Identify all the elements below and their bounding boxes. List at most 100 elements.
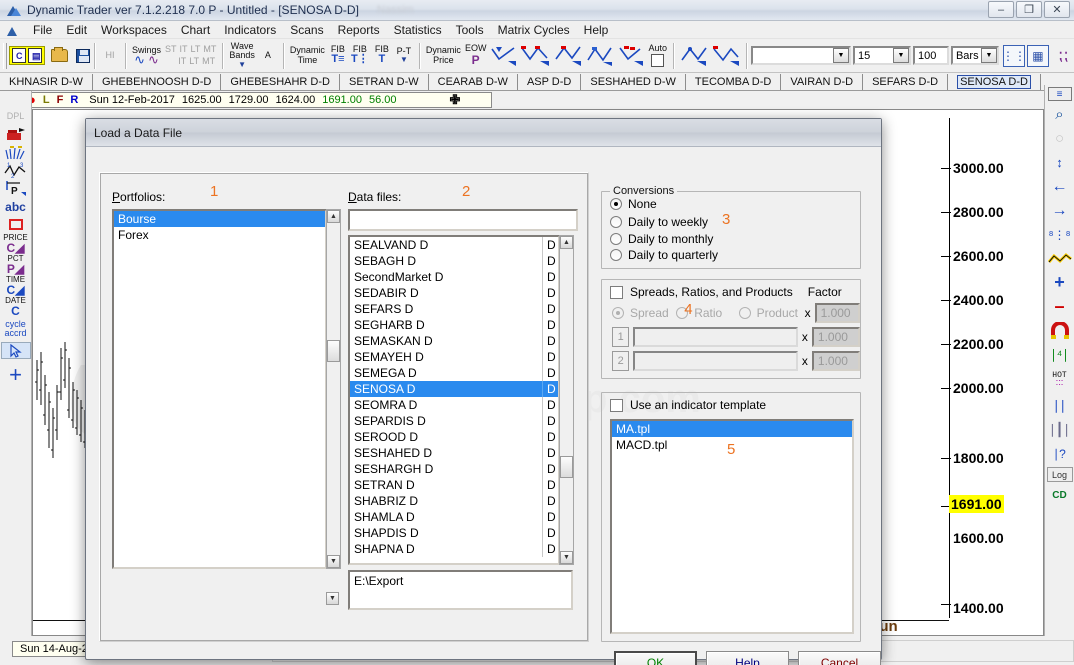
menu-workspaces[interactable]: Workspaces — [94, 22, 174, 38]
sidebar-tool-rectangle[interactable] — [1, 216, 31, 233]
datafile-row[interactable]: SETRAN D D — [350, 477, 558, 493]
sidebar-tool-alert-icon[interactable] — [1, 126, 31, 143]
portfolio-item[interactable]: Forex — [114, 227, 325, 243]
scrollbar-thumb[interactable] — [560, 456, 573, 478]
spread-row-1-factor[interactable]: 1.000 — [811, 327, 860, 347]
radio-daily-weekly[interactable] — [610, 215, 622, 228]
log-scale-button[interactable]: Log — [1046, 467, 1073, 482]
auto-checkbox[interactable] — [651, 53, 665, 67]
chart-tab-asp[interactable]: ASP D-D — [517, 74, 582, 90]
quote-f-flag[interactable]: F — [57, 94, 64, 106]
datafile-row[interactable]: SHABRIZ D D — [350, 493, 558, 509]
magnet-icon[interactable] — [1046, 320, 1074, 341]
multi-chart-button[interactable]: ▦ — [1026, 44, 1049, 67]
datafile-row[interactable]: SEDABIR D D — [350, 285, 558, 301]
lt-label[interactable]: LT — [191, 44, 201, 54]
chart-tab-vairan[interactable]: VAIRAN D-D — [781, 74, 864, 90]
chart-tab-senosa[interactable]: SENOSA D-D — [948, 74, 1041, 90]
it-label[interactable]: IT — [180, 44, 188, 54]
scroll-up-arrow-icon[interactable]: ▲ — [327, 210, 340, 223]
quote-l-flag[interactable]: L — [43, 94, 50, 106]
spread-row-2-input[interactable] — [633, 351, 798, 371]
bar-count-input[interactable]: 100 — [912, 46, 949, 65]
zoom-plus-icon[interactable]: + — [1046, 272, 1074, 293]
sidebar-tool-text[interactable]: abc — [1, 198, 31, 215]
datafiles-scrollbar[interactable]: ▲ ▼ — [559, 235, 574, 565]
menu-statistics[interactable]: Statistics — [387, 22, 449, 38]
spread-row-2-factor[interactable]: 1.000 — [811, 351, 860, 371]
spread-row-2-button[interactable]: 2 — [612, 351, 630, 371]
radio-none[interactable] — [610, 198, 622, 210]
bar-scale-icon[interactable]: ∣∣ — [1046, 395, 1074, 416]
datafile-row[interactable]: SESHARGH D D — [350, 461, 558, 477]
zoom-in-icon[interactable]: ⌕ — [1046, 104, 1074, 125]
menu-help[interactable]: Help — [577, 22, 616, 38]
datafile-row[interactable]: SHAMLA D D — [350, 509, 558, 525]
chevron-down-icon-interval[interactable]: ▼ — [892, 48, 909, 63]
swing-a-icon[interactable]: ∿ — [148, 53, 159, 66]
zoom-minus-icon[interactable]: – — [1046, 296, 1074, 317]
datafile-row[interactable]: SEMAYEH D D — [350, 349, 558, 365]
sidebar-tool-pointer[interactable] — [0, 342, 31, 359]
bar-spacing-icon[interactable]: ∣⁴∣ — [1046, 344, 1074, 365]
comment-icon[interactable]: ⁏⁏ — [1052, 42, 1074, 70]
projection-icon-2[interactable] — [710, 42, 742, 70]
conversion-option-monthly[interactable]: Daily to monthly — [610, 232, 860, 246]
interval-combobox[interactable]: 15 ▼ — [852, 46, 911, 65]
ok-button[interactable]: OK — [614, 651, 697, 665]
fib-time1-button[interactable]: FIB T≡ — [327, 42, 349, 70]
scroll-handle-icon[interactable]: ≡ — [1047, 87, 1072, 101]
dynamic-price-button[interactable]: Dynamic Price — [424, 42, 463, 70]
lt2-label[interactable]: LT — [189, 56, 199, 66]
scroll-down-arrow-icon[interactable]: ▼ — [327, 555, 340, 568]
chevron-down-icon-symbol[interactable]: ▼ — [832, 48, 849, 63]
spreads-checkbox[interactable] — [610, 285, 623, 299]
template-checkbox[interactable] — [610, 398, 623, 412]
sidebar-tool-cycle-accrd[interactable]: cycle accrd — [1, 320, 31, 338]
datafile-row[interactable]: SEROOD D D — [350, 429, 558, 445]
conversion-option-none[interactable]: None — [610, 197, 860, 211]
chart-tab-khnasir[interactable]: KHNASIR D-W — [0, 74, 93, 90]
chevron-down-icon-2[interactable]: ▼ — [400, 55, 408, 64]
save-disk-icon[interactable] — [76, 48, 90, 63]
hi-button[interactable]: HI — [99, 42, 121, 70]
chart-tab-ghebeshahr[interactable]: GHEBESHAHR D-D — [221, 74, 340, 90]
datafile-row[interactable]: SEALVAND D D — [350, 237, 558, 253]
portfolios-listbox[interactable]: Bourse Forex — [112, 209, 327, 569]
spread-mode-spread[interactable]: Spread — [612, 306, 676, 320]
sidebar-tool-crosshair[interactable]: + — [1, 364, 31, 386]
retracement-icon-5[interactable] — [616, 42, 646, 70]
open-folder-icon[interactable] — [51, 47, 68, 62]
portfolios-scrollbar[interactable]: ▲ ▼ — [326, 209, 341, 569]
help-button[interactable]: Help — [706, 651, 789, 665]
multi-bar-icon[interactable]: ∣┃∣ — [1046, 419, 1074, 440]
conversion-option-quarterly[interactable]: Daily to quarterly — [610, 248, 860, 262]
scroll-left-icon[interactable]: ← — [1046, 176, 1074, 197]
datafile-row[interactable]: SHAPDIS D D — [350, 525, 558, 541]
datafile-row[interactable]: SEOMRA D D — [350, 397, 558, 413]
radio-daily-monthly[interactable] — [610, 233, 622, 245]
spread-mode-ratio[interactable]: 4 Ratio — [676, 301, 738, 320]
help-bar-icon[interactable]: ∣? — [1046, 443, 1074, 464]
template-item-selected[interactable]: MA.tpl — [612, 421, 852, 437]
sidebar-tool-price-c[interactable]: PRICE C◢ — [1, 234, 31, 255]
radio-daily-quarterly[interactable] — [610, 249, 622, 261]
radio-spread[interactable] — [612, 307, 624, 319]
toolbar-grip[interactable] — [3, 42, 7, 69]
menu-edit[interactable]: Edit — [59, 22, 94, 38]
scrollbar-thumb[interactable] — [327, 340, 340, 362]
chevron-down-icon-unit[interactable]: ▼ — [980, 48, 997, 63]
minimize-button[interactable]: – — [988, 1, 1014, 18]
eow-button[interactable]: EOW P — [463, 42, 489, 70]
retracement-icon-1[interactable] — [488, 42, 518, 70]
retracement-icon-4[interactable] — [584, 42, 616, 70]
datafile-row[interactable]: SecondMarket D D — [350, 269, 558, 285]
datafile-row[interactable]: SEMASKAN D D — [350, 333, 558, 349]
retracement-icon-3[interactable] — [552, 42, 584, 70]
menu-file[interactable]: File — [26, 22, 59, 38]
sidebar-tool-price-p[interactable]: P — [1, 180, 31, 197]
cancel-button[interactable]: Cancel — [798, 651, 881, 665]
radio-product[interactable] — [738, 307, 751, 319]
sidebar-tool-pct-p[interactable]: PCT P◢ — [1, 255, 31, 276]
mt-label[interactable]: MT — [203, 44, 216, 54]
